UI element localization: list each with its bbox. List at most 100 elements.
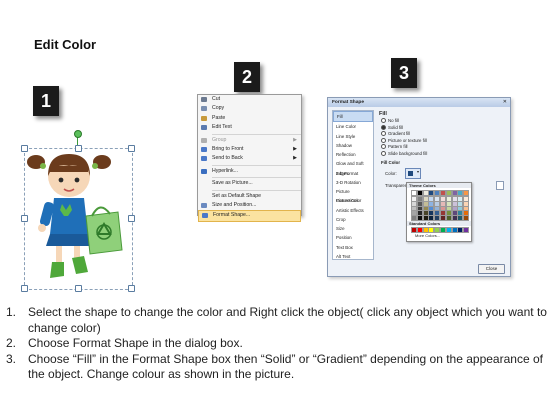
standard-colors-heading: Standard Colors <box>407 221 471 226</box>
category-3-d-rotation[interactable]: 3-D Rotation <box>333 178 373 187</box>
close-button[interactable]: Close <box>478 264 505 274</box>
step-text: Select the shape to change the color and… <box>28 305 547 335</box>
fill-option-no-fill[interactable]: No fill <box>381 118 399 124</box>
step-number: 2. <box>6 336 17 350</box>
radio-button[interactable] <box>381 150 386 156</box>
more-colors-link[interactable]: More Colors... <box>415 233 440 238</box>
menu-separator <box>212 164 301 166</box>
category-glow-and-soft-edges[interactable]: Glow and Soft Edges <box>333 159 373 175</box>
category-3-d-format[interactable]: 3-D Format <box>333 169 373 178</box>
menu-item-label: Send to Back <box>212 155 243 162</box>
color-picker-button[interactable]: ▾ <box>405 168 421 179</box>
color-label: Color: <box>385 171 397 176</box>
submenu-arrow-icon: ▶ <box>293 136 297 143</box>
menu-item-label: Save as Picture... <box>212 180 253 187</box>
menu-item-label: Bring to Front <box>212 145 244 152</box>
fill-option-label: No fill <box>388 118 399 123</box>
menu-item-label: Paste <box>212 114 226 121</box>
scissors-icon <box>201 97 207 102</box>
fill-option-slide-background-fill[interactable]: Slide background fill <box>381 151 427 157</box>
menu-item-set-as-default-shape[interactable]: Set as Default Shape <box>198 192 301 201</box>
bring-to-front-icon <box>201 146 207 152</box>
context-menu: Cut Copy Paste Edit Text Group ▶ Bring to Fron… <box>197 94 302 222</box>
menu-item-bring-to-front[interactable]: Bring to Front ▶ <box>198 145 301 154</box>
menu-item-hyperlink[interactable]: Hyperlink... <box>198 167 301 176</box>
step-badge-3: 3 <box>391 58 417 88</box>
girl-with-recycle-bag-clipart <box>27 154 123 278</box>
menu-item-label: Format Shape... <box>213 212 251 219</box>
pane-heading: Fill <box>379 111 387 117</box>
menu-item-send-to-back[interactable]: Send to Back ▶ <box>198 154 301 163</box>
fill-option-label: Slide background fill <box>388 150 428 156</box>
fill-option-picture-or-texture-fill[interactable]: Picture or texture fill <box>381 138 427 144</box>
size-position-icon <box>201 202 207 208</box>
step-text: Choose “Fill” in the Format Shape box th… <box>28 351 543 382</box>
category-position[interactable]: Position <box>333 233 373 242</box>
category-artistic-effects[interactable]: Artistic Effects <box>333 206 373 215</box>
step-badge-2: 2 <box>234 62 260 92</box>
paint-bucket-icon <box>408 171 413 176</box>
fill-option-label: Pattern fill <box>388 144 408 149</box>
radio-button[interactable] <box>381 144 386 150</box>
format-shape-icon <box>202 213 208 219</box>
step-number: 1. <box>6 305 17 319</box>
menu-separator <box>212 133 301 135</box>
fill-option-gradient-fill[interactable]: Gradient fill <box>381 131 410 137</box>
category-alt-text[interactable]: Alt Text <box>333 252 373 261</box>
radio-button[interactable] <box>381 118 386 124</box>
category-crop[interactable]: Crop <box>333 215 373 224</box>
category-text-box[interactable]: Text Box <box>333 243 373 252</box>
page-title: Edit Color <box>34 37 97 52</box>
menu-item-label: Group <box>212 136 227 143</box>
category-line-color[interactable]: Line Color <box>333 122 373 131</box>
menu-item-group: Group ▶ <box>198 136 301 145</box>
category-picture-color[interactable]: Picture Color <box>333 196 373 205</box>
menu-item-label: Hyperlink... <box>212 167 238 174</box>
color-swatch[interactable] <box>463 227 470 233</box>
color-palette-dropdown: Theme Colors Standard Colors More Colors..… <box>406 182 472 242</box>
menu-item-paste[interactable]: Paste <box>198 114 301 123</box>
chevron-down-icon: ▾ <box>416 169 419 174</box>
category-size[interactable]: Size <box>333 224 373 233</box>
category-fill[interactable]: Fill <box>333 111 373 123</box>
dialog-title: Format Shape <box>328 98 510 107</box>
submenu-arrow-icon: ▶ <box>293 145 297 152</box>
dialog-close-icon[interactable]: ✕ <box>503 99 507 105</box>
step-text: Choose Format Shape in the dialog box. <box>28 336 243 350</box>
edit-text-icon <box>201 125 207 131</box>
menu-item-label: Set as Default Shape <box>212 192 262 199</box>
copy-icon <box>201 106 207 112</box>
step-badge-1: 1 <box>33 86 59 116</box>
fill-option-label: Picture or texture fill <box>388 137 427 143</box>
category-picture-corrections[interactable]: Picture Corrections <box>333 187 373 203</box>
step-number: 3. <box>6 351 17 366</box>
menu-item-format-shape[interactable]: Format Shape... <box>198 210 301 222</box>
fill-color-heading: Fill Color <box>381 160 401 165</box>
radio-button[interactable] <box>381 124 386 130</box>
menu-item-edit-text[interactable]: Edit Text <box>198 123 301 132</box>
submenu-arrow-icon: ▶ <box>293 155 297 162</box>
category-list: Fill Line Color Line Style Shadow Reflection… <box>332 110 374 260</box>
menu-item-cut[interactable]: Cut <box>198 95 301 104</box>
transparency-spinner[interactable] <box>496 181 504 190</box>
menu-item-save-as-picture[interactable]: Save as Picture... <box>198 179 301 188</box>
menu-item-size-and-position[interactable]: Size and Position... <box>198 201 301 210</box>
instruction-step: 3. Choose “Fill” in the Format Shape box … <box>6 352 556 383</box>
rotation-handle[interactable] <box>74 130 82 138</box>
radio-button[interactable] <box>381 137 386 143</box>
category-reflection[interactable]: Reflection <box>333 150 373 159</box>
group-icon <box>201 137 207 143</box>
fill-option-pattern-fill[interactable]: Pattern fill <box>381 144 408 150</box>
menu-separator <box>212 189 301 191</box>
radio-button[interactable] <box>381 131 386 137</box>
fill-option-solid-fill[interactable]: Solid fill <box>381 125 403 131</box>
menu-item-label: Copy <box>212 105 225 112</box>
menu-item-copy[interactable]: Copy <box>198 104 301 113</box>
menu-item-label: Size and Position... <box>212 201 257 208</box>
send-to-back-icon <box>201 156 207 162</box>
instruction-step: 2. Choose Format Shape in the dialog box. <box>6 336 556 352</box>
instruction-step: 1. Select the shape to change the color a… <box>6 305 556 336</box>
category-line-style[interactable]: Line Style <box>333 132 373 141</box>
menu-item-label: Edit Text <box>212 124 232 131</box>
category-shadow[interactable]: Shadow <box>333 141 373 150</box>
